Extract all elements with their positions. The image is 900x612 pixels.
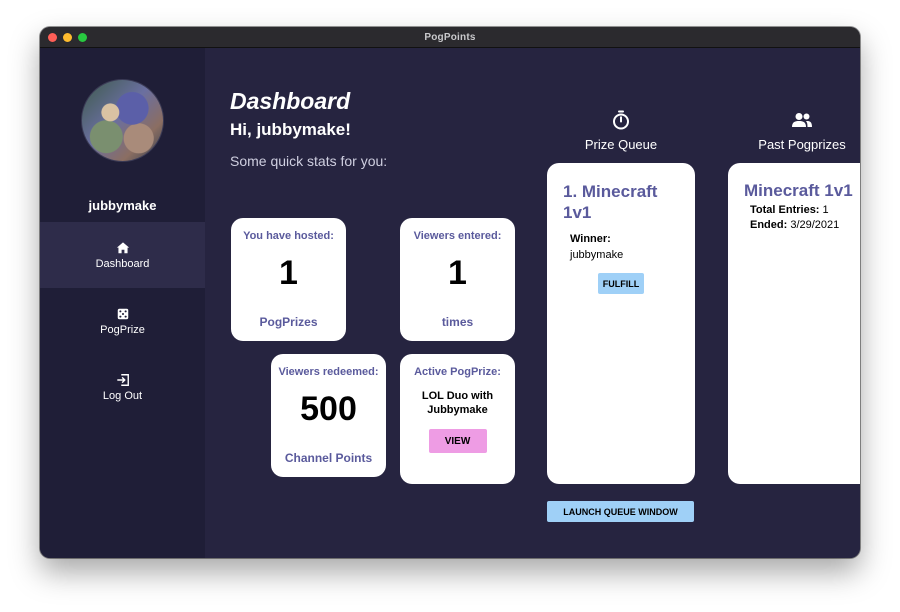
stat-label: Viewers redeemed: <box>278 366 379 378</box>
app-window: PogPoints jubbymake Dashboard PogPrize L… <box>40 27 860 558</box>
sidebar: jubbymake Dashboard PogPrize Log Out <box>40 48 205 558</box>
stat-card-hosted: You have hosted: 1 PogPrizes <box>231 218 346 341</box>
entries-value: 1 <box>822 204 829 216</box>
fulfill-button[interactable]: FULFILL <box>598 273 644 294</box>
stat-label: Viewers entered: <box>413 230 502 242</box>
active-pogprize-name: LOL Duo with Jubbymake <box>421 390 494 416</box>
past-entries: Total Entries: 1 <box>750 204 829 216</box>
main-content: Dashboard Hi, jubbymake! Some quick stat… <box>205 48 860 558</box>
prize-queue-panel: 1. Minecraft 1v1 Winner: jubbymake FULFI… <box>547 163 695 484</box>
ended-value: 3/29/2021 <box>790 219 840 231</box>
avatar <box>81 79 164 162</box>
sidebar-username: jubbymake <box>88 198 157 213</box>
stat-value: 500 <box>300 390 357 428</box>
sidebar-item-label: Dashboard <box>95 257 150 270</box>
sidebar-item-label: PogPrize <box>100 323 145 336</box>
window-controls <box>48 33 87 42</box>
stats-subtitle: Some quick stats for you: <box>230 153 388 169</box>
stat-value: 1 <box>279 254 298 292</box>
stat-unit: times <box>441 315 474 329</box>
home-icon <box>116 241 129 253</box>
ended-label: Ended: <box>750 219 788 231</box>
stat-card-active: Active PogPrize: LOL Duo with Jubbymake … <box>400 354 515 484</box>
view-button[interactable]: VIEW <box>428 429 487 453</box>
stat-card-entered: Viewers entered: 1 times <box>400 218 515 341</box>
queue-icon-wrap <box>547 110 695 130</box>
winner-name: jubbymake <box>570 249 624 261</box>
winner-label: Winner: <box>570 233 611 245</box>
past-item-title: Minecraft 1v1 <box>744 181 853 200</box>
sidebar-item-label: Log Out <box>102 389 143 402</box>
window-title: PogPoints <box>424 31 476 43</box>
stat-unit: Channel Points <box>284 451 373 465</box>
stat-label: You have hosted: <box>243 230 334 242</box>
sidebar-item-pogprize[interactable]: PogPrize <box>40 288 205 354</box>
past-ended: Ended: 3/29/2021 <box>750 219 839 231</box>
stat-unit: PogPrizes <box>259 315 318 329</box>
close-window-button[interactable] <box>48 33 57 42</box>
sidebar-item-dashboard[interactable]: Dashboard <box>40 222 205 288</box>
zoom-window-button[interactable] <box>78 33 87 42</box>
past-icon-wrap <box>728 112 860 128</box>
queue-heading: Prize Queue <box>584 137 658 152</box>
queue-item-title: 1. Minecraft 1v1 <box>563 182 658 222</box>
sidebar-item-logout[interactable]: Log Out <box>40 354 205 420</box>
launch-queue-window-button[interactable]: LAUNCH QUEUE WINDOW <box>547 501 694 522</box>
past-pogprizes-panel: Minecraft 1v1 Total Entries: 1 Ended: 3/… <box>728 163 860 484</box>
stat-label: Active PogPrize: <box>414 366 501 378</box>
title-bar[interactable]: PogPoints <box>40 27 860 48</box>
stat-card-redeemed: Viewers redeemed: 500 Channel Points <box>271 354 386 477</box>
minimize-window-button[interactable] <box>63 33 72 42</box>
page-title: Dashboard <box>230 88 351 114</box>
stopwatch-icon <box>613 110 629 130</box>
users-icon <box>792 113 812 127</box>
past-heading: Past Pogprizes <box>758 137 846 152</box>
greeting: Hi, jubbymake! <box>230 120 351 139</box>
logout-icon <box>116 373 129 386</box>
stat-value: 1 <box>448 254 467 292</box>
entries-label: Total Entries: <box>750 204 820 216</box>
dice-icon <box>117 308 128 319</box>
